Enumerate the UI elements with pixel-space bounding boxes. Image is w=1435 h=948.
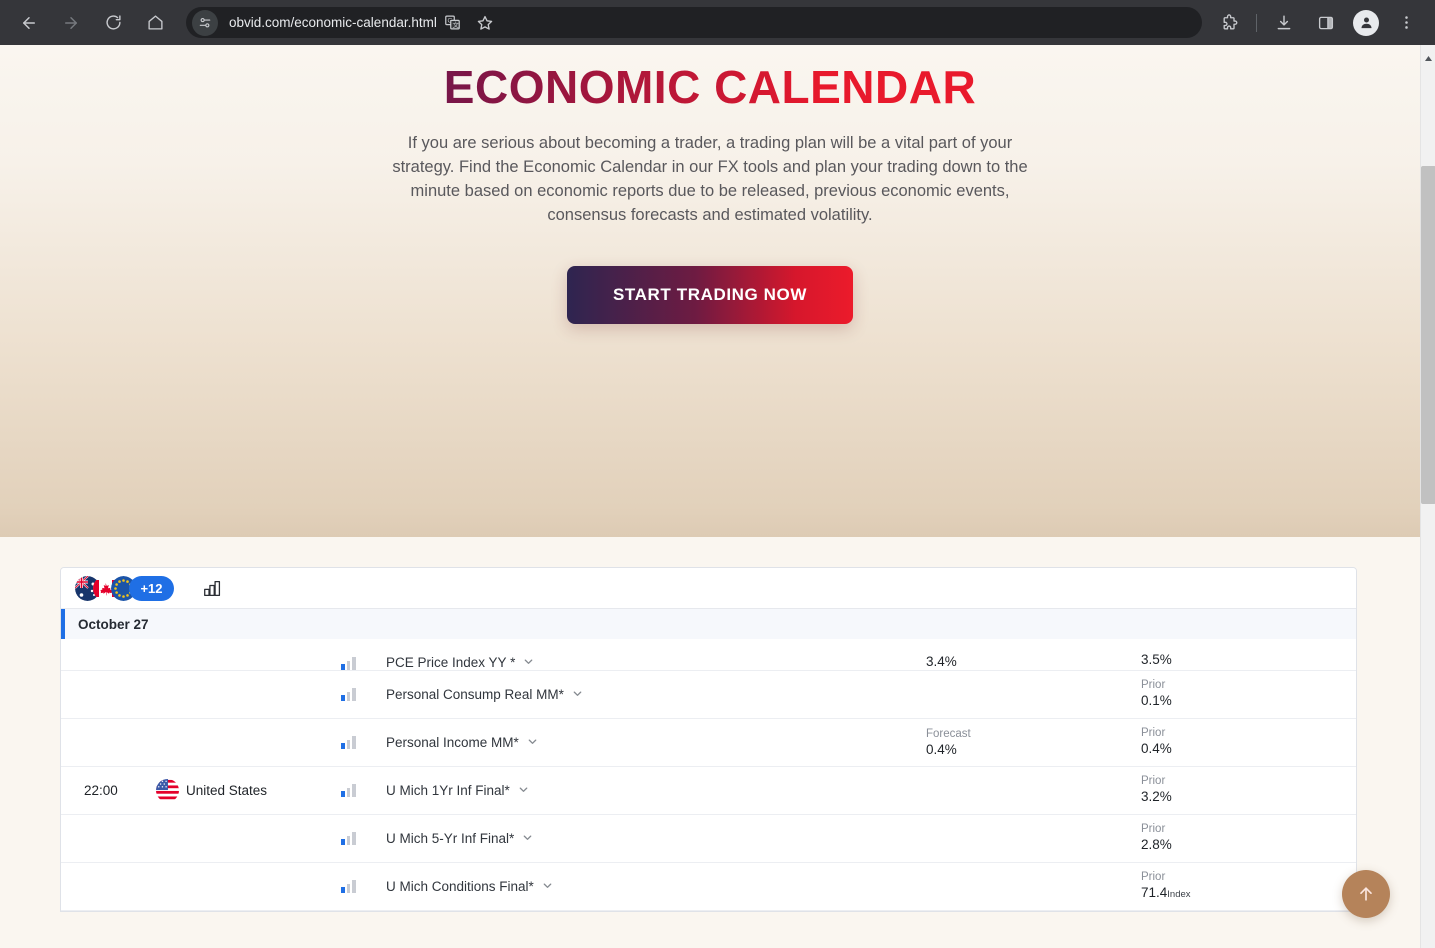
- row-prior-value: 0.1%: [1141, 693, 1172, 708]
- row-prior-value: 3.2%: [1141, 789, 1172, 804]
- row-prior: Prior 0.1%: [1141, 678, 1356, 711]
- home-button[interactable]: [139, 7, 171, 39]
- back-button[interactable]: [13, 7, 45, 39]
- row-prior-label: Prior: [1141, 871, 1166, 883]
- row-prior: 3.5%: [1141, 652, 1356, 670]
- volatility-indicator-icon: [341, 832, 386, 845]
- table-row[interactable]: U Mich Conditions Final* Prior 71.4Index: [61, 863, 1356, 911]
- row-forecast-value: 3.4%: [926, 654, 957, 669]
- economic-calendar-widget: +12 October 27 PCE Price Index YY * 3.4%…: [60, 567, 1357, 912]
- forward-button[interactable]: [55, 7, 87, 39]
- volatility-indicator-icon: [341, 657, 386, 670]
- url-text: obvid.com/economic-calendar.html: [229, 15, 437, 30]
- extensions-puzzle-icon[interactable]: [1213, 7, 1245, 39]
- row-event-name: U Mich 1Yr Inf Final*: [386, 783, 510, 798]
- row-prior: Prior 71.4Index: [1141, 870, 1356, 903]
- volatility-indicator-icon: [341, 688, 386, 701]
- row-event[interactable]: U Mich 1Yr Inf Final*: [386, 783, 926, 798]
- row-event[interactable]: U Mich Conditions Final*: [386, 879, 926, 894]
- downloads-icon[interactable]: [1268, 7, 1300, 39]
- country-filter-flags[interactable]: +12: [75, 575, 174, 601]
- table-row[interactable]: Personal Income MM* Forecast 0.4% Prior …: [61, 719, 1356, 767]
- address-bar[interactable]: obvid.com/economic-calendar.html G文: [186, 7, 1202, 38]
- row-event-name: PCE Price Index YY *: [386, 655, 516, 670]
- three-dot-menu-icon[interactable]: [1390, 7, 1422, 39]
- chevron-down-icon[interactable]: [518, 783, 529, 798]
- row-country: United States: [156, 779, 341, 802]
- table-row[interactable]: PCE Price Index YY * 3.4% 3.5%: [61, 639, 1356, 671]
- row-prior: Prior 0.4%: [1141, 726, 1356, 759]
- page-viewport: ECONOMIC CALENDAR If you are serious abo…: [0, 45, 1420, 948]
- translate-icon[interactable]: G文: [439, 9, 467, 37]
- chevron-down-icon[interactable]: [523, 655, 534, 670]
- row-forecast-label: Forecast: [926, 728, 971, 740]
- chevron-down-icon[interactable]: [542, 879, 553, 894]
- row-event[interactable]: Personal Consump Real MM*: [386, 687, 926, 702]
- calendar-rows: PCE Price Index YY * 3.4% 3.5% Personal …: [61, 639, 1356, 911]
- page-title: ECONOMIC CALENDAR: [0, 60, 1420, 114]
- row-prior-value: 0.4%: [1141, 741, 1172, 756]
- row-event-name: U Mich 5-Yr Inf Final*: [386, 831, 515, 846]
- table-row[interactable]: Personal Consump Real MM* Prior 0.1%: [61, 671, 1356, 719]
- hero-description: If you are serious about becoming a trad…: [392, 134, 1028, 225]
- row-time: 22:00: [84, 783, 118, 798]
- side-panel-icon[interactable]: [1310, 7, 1342, 39]
- row-prior-value: 2.8%: [1141, 837, 1172, 852]
- toolbar-divider: [1256, 13, 1257, 32]
- calendar-date-header: October 27: [61, 609, 1356, 639]
- scrollbar-up-arrow-icon[interactable]: [1424, 49, 1433, 61]
- svg-text:文: 文: [453, 20, 460, 29]
- row-prior: Prior 3.2%: [1141, 774, 1356, 807]
- row-forecast: 3.4%: [926, 654, 1141, 670]
- page-scrollbar[interactable]: [1420, 45, 1435, 948]
- chevron-down-icon[interactable]: [572, 687, 583, 702]
- row-event[interactable]: U Mich 5-Yr Inf Final*: [386, 831, 926, 846]
- volatility-indicator-icon: [341, 784, 386, 797]
- calendar-section: +12 October 27 PCE Price Index YY * 3.4%…: [0, 567, 1420, 948]
- browser-toolbar: obvid.com/economic-calendar.html G文: [0, 0, 1435, 45]
- bar-chart-icon[interactable]: [201, 577, 223, 599]
- volatility-indicator-icon: [341, 736, 386, 749]
- row-event[interactable]: PCE Price Index YY *: [386, 655, 926, 670]
- scrollbar-thumb[interactable]: [1421, 166, 1435, 504]
- reload-button[interactable]: [97, 7, 129, 39]
- row-prior-unit: Index: [1167, 889, 1191, 900]
- more-countries-badge[interactable]: +12: [129, 575, 174, 601]
- united-states-flag-icon: [156, 779, 179, 802]
- start-trading-button[interactable]: START TRADING NOW: [566, 266, 854, 325]
- table-row[interactable]: 22:00 United States U Mich 1Yr Inf Final…: [61, 767, 1356, 815]
- table-row[interactable]: U Mich 5-Yr Inf Final* Prior 2.8%: [61, 815, 1356, 863]
- row-prior-label: Prior: [1141, 823, 1166, 835]
- volatility-indicator-icon: [341, 880, 386, 893]
- bookmark-star-icon[interactable]: [471, 9, 499, 37]
- row-prior-value: 71.4: [1141, 885, 1168, 900]
- row-forecast: Forecast 0.4%: [926, 727, 1141, 758]
- row-forecast-value: 0.4%: [926, 742, 957, 757]
- row-prior-value: 3.5%: [1141, 652, 1172, 667]
- row-prior: Prior 2.8%: [1141, 822, 1356, 855]
- row-prior-label: Prior: [1141, 679, 1166, 691]
- row-event-name: U Mich Conditions Final*: [386, 879, 534, 894]
- row-country-name: United States: [186, 783, 268, 798]
- calendar-toolbar: +12: [61, 568, 1356, 609]
- row-prior-label: Prior: [1141, 727, 1166, 739]
- row-event-name: Personal Consump Real MM*: [386, 687, 564, 702]
- scroll-to-top-button[interactable]: [1342, 870, 1390, 918]
- row-prior-label: Prior: [1141, 775, 1166, 787]
- chevron-down-icon[interactable]: [527, 735, 538, 750]
- hero-section: ECONOMIC CALENDAR If you are serious abo…: [0, 45, 1420, 537]
- row-event-name: Personal Income MM*: [386, 735, 519, 750]
- site-settings-icon[interactable]: [192, 9, 218, 36]
- browser-actions: [1208, 7, 1427, 39]
- row-event[interactable]: Personal Income MM*: [386, 735, 926, 750]
- profile-avatar-icon[interactable]: [1353, 9, 1379, 36]
- chevron-down-icon[interactable]: [522, 831, 533, 846]
